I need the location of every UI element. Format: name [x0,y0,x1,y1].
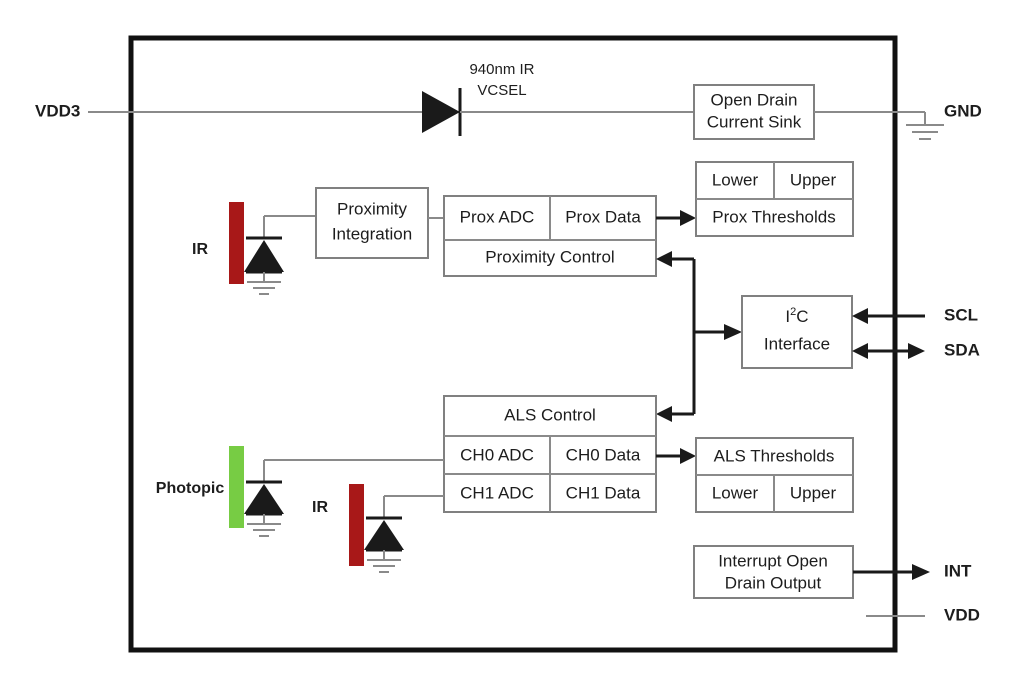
ch0-data-label: CH0 Data [566,445,641,464]
wire-sda [852,343,925,359]
ir-filter-ch1-label: IR [312,499,328,516]
als-thresholds-label: ALS Thresholds [714,446,835,465]
wire-i2c-to-als-control [656,406,694,422]
photopic-filter-ch0-label: Photopic [156,480,225,497]
open-drain-current-sink-line1: Open Drain [711,90,798,109]
pin-label-gnd: GND [944,101,982,120]
proximity-integration-line1: Proximity [337,199,407,218]
ch0-adc-label: CH0 ADC [460,445,534,464]
functional-block-diagram: VDD3 940nm IR VCSEL Open Drain Current S… [35,35,982,653]
prox-thresholds-block: Lower Upper Prox Thresholds [695,161,854,237]
wire-int-output [853,564,930,580]
wire-bus-to-i2c-interface [694,324,742,340]
ch0-photodiode-icon [244,460,284,537]
proximity-integration-block: Proximity Integration [315,187,429,259]
proximity-integration-line2: Integration [332,224,412,243]
pin-label-scl: SCL [944,305,978,324]
ir-filter-proximity [229,202,244,284]
wire-scl [852,308,925,324]
wire-ch0-data-to-als-thresholds [656,448,696,464]
wire-i2c-to-proximity-control [656,251,694,267]
pin-label-vdd3: VDD3 [35,101,80,120]
vcsel-annotation-line2: VCSEL [477,82,526,99]
ch1-photodiode-icon [364,496,404,573]
prox-adc-label: Prox ADC [460,207,535,226]
ir-filter-ch1 [349,484,364,566]
gnd-ground-icon [906,112,944,140]
block-diagram-root: VDD3 940nm IR VCSEL Open Drain Current S… [0,0,1024,693]
i2c-interface-line2: Interface [764,334,830,353]
prox-thresholds-upper-label: Upper [790,170,837,189]
interrupt-open-drain-line1: Interrupt Open [718,551,828,570]
proximity-photodiode-icon [244,216,284,295]
als-thresholds-lower-label: Lower [712,483,759,502]
interrupt-open-drain-line2: Drain Output [725,573,822,592]
pin-label-sda: SDA [944,340,980,359]
als-thresholds-upper-label: Upper [790,483,837,502]
interrupt-open-drain-output-block: Interrupt Open Drain Output [693,545,854,599]
i2c-interface-block: I2C Interface [741,295,853,369]
als-control-label: ALS Control [504,405,596,424]
vcsel-annotation-line1: 940nm IR [469,61,534,78]
i2c-interface-line1: I2C [785,306,808,327]
ir-filter-proximity-label: IR [192,241,208,258]
ch1-adc-label: CH1 ADC [460,483,534,502]
prox-data-label: Prox Data [565,207,641,226]
prox-thresholds-label: Prox Thresholds [712,207,835,226]
i2c-interface-line1-tail: C [796,307,808,326]
proximity-control-label: Proximity Control [485,247,614,266]
als-thresholds-block: ALS Thresholds Lower Upper [695,437,854,513]
pin-label-int: INT [944,561,972,580]
prox-thresholds-lower-label: Lower [712,170,759,189]
open-drain-current-sink-line2: Current Sink [707,112,802,131]
open-drain-current-sink-block: Open Drain Current Sink [693,84,815,140]
wire-prox-data-to-thresholds [656,210,696,226]
pin-label-vdd: VDD [944,605,980,624]
photopic-filter-ch0 [229,446,244,528]
ch1-data-label: CH1 Data [566,483,641,502]
proximity-registers-block: Prox ADC Prox Data Proximity Control [443,195,657,277]
als-registers-block: ALS Control CH0 ADC CH0 Data CH1 ADC CH1… [443,395,657,513]
vcsel-diode-icon [422,88,462,136]
